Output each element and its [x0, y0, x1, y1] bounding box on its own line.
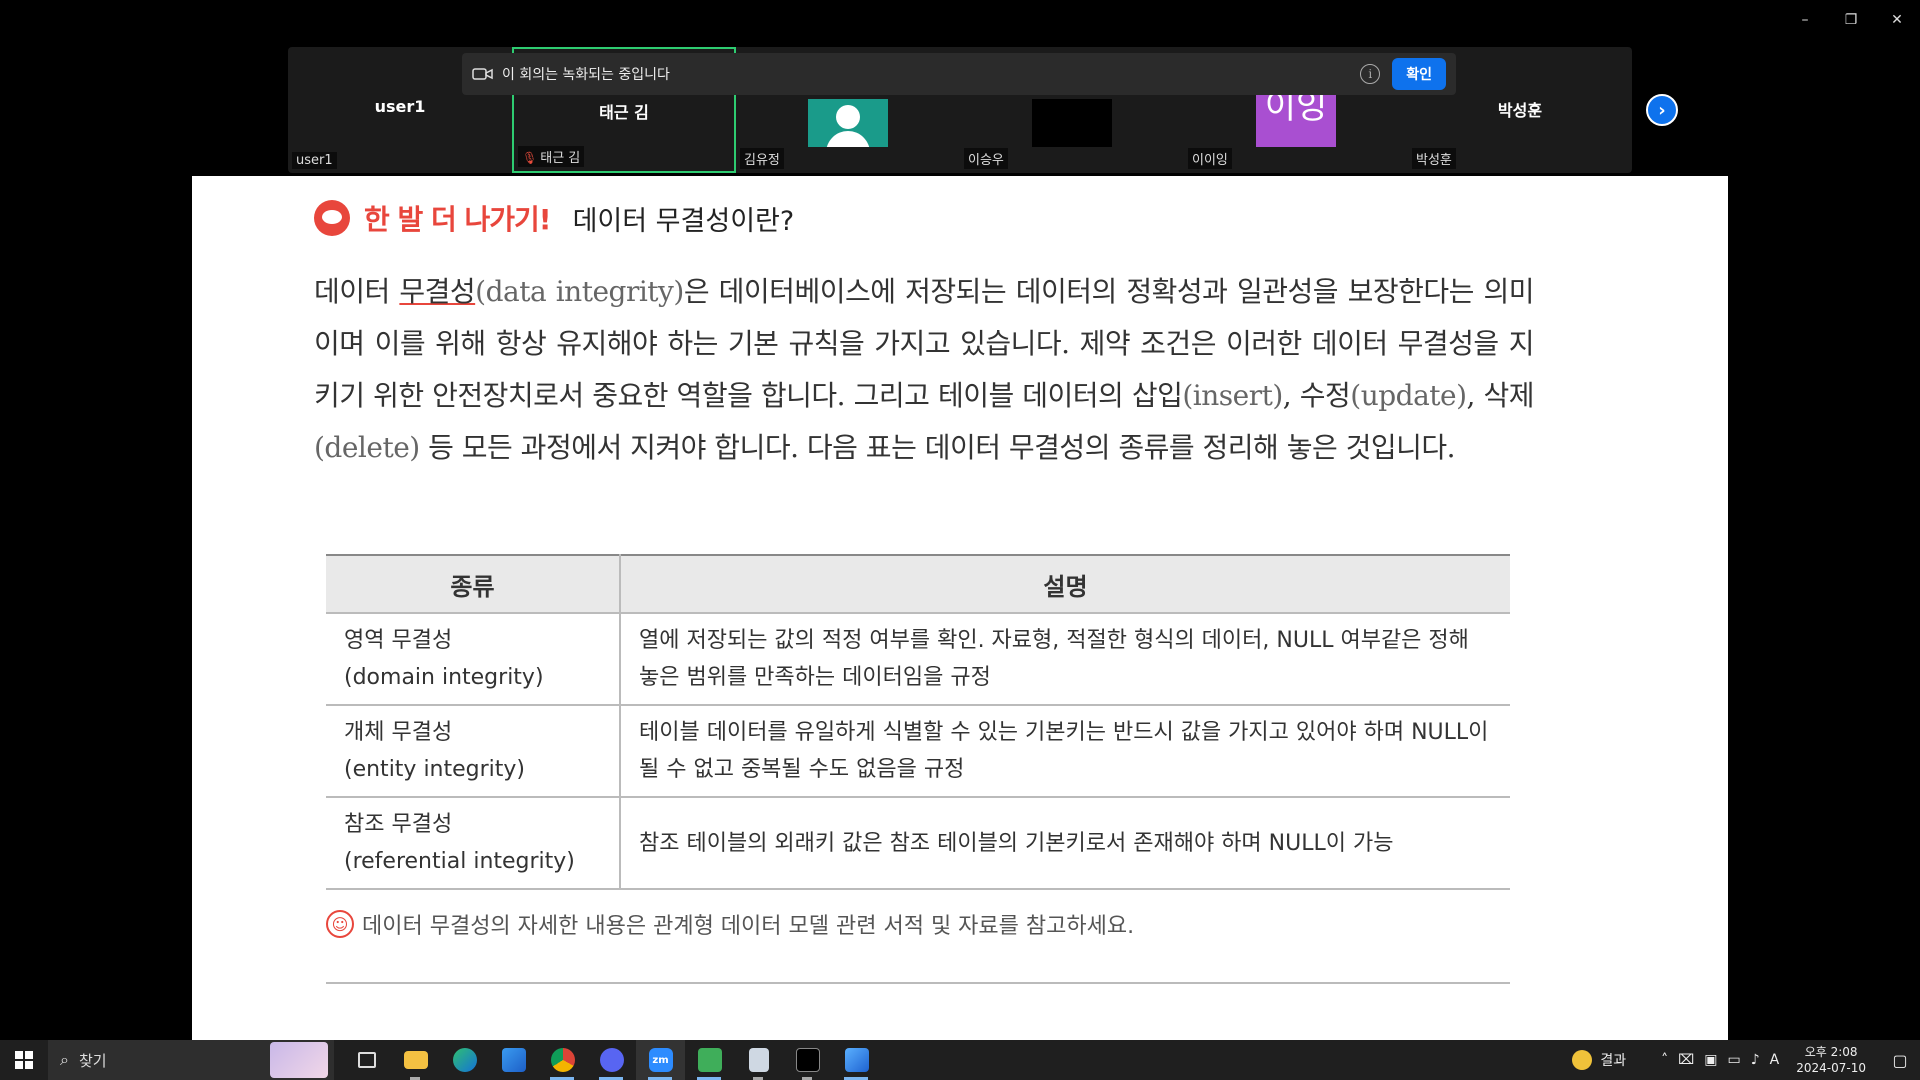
- window-controls: – ❐ ✕: [1782, 0, 1920, 40]
- participant-label: user1: [292, 152, 337, 169]
- participant-name: user1: [374, 97, 426, 116]
- clock[interactable]: 오후 2:08 2024-07-10: [1796, 1044, 1866, 1076]
- participant-label: 김유정: [740, 148, 784, 169]
- para-english-term: (delete): [314, 431, 420, 464]
- table-header-row: 종류 설명: [326, 554, 1510, 614]
- search-highlight-image: [270, 1042, 328, 1078]
- edge-icon[interactable]: [440, 1040, 489, 1080]
- system-tray: 결과 ˄ ⌧ ▣ ▭ ♪ A 오후 2:08 2024-07-10 ▢: [1572, 1040, 1920, 1080]
- search-label: 찾기: [78, 1051, 107, 1070]
- para-underlined-term: 무결성: [399, 275, 476, 308]
- heading-title: 데이터 무결성이란?: [572, 205, 795, 237]
- reference-note: ☺ 데이터 무결성의 자세한 내용은 관계형 데이터 모델 관련 서적 및 자료…: [326, 908, 1134, 940]
- kind-cell: 개체 무결성 (entity integrity): [326, 705, 621, 798]
- store-icon[interactable]: [489, 1040, 538, 1080]
- participant-label: 🎙 태근 김: [518, 146, 585, 167]
- notepad-icon[interactable]: [734, 1040, 783, 1080]
- column-header-description: 설명: [620, 554, 1510, 614]
- heading-brand: 한 발 더 나가기!: [364, 203, 552, 236]
- description-cell: 참조 테이블의 외래키 값은 참조 테이블의 기본키로서 존재해야 하며 NUL…: [620, 797, 1510, 890]
- kind-korean: 참조 무결성: [344, 812, 453, 837]
- participant-label: 이이잉: [1188, 148, 1232, 169]
- kind-cell: 영역 무결성 (domain integrity): [326, 613, 621, 706]
- confirm-button[interactable]: 확인: [1392, 58, 1446, 90]
- chevron-up-icon[interactable]: ˄: [1661, 1052, 1668, 1068]
- editor-icon[interactable]: [832, 1040, 881, 1080]
- para-text: 데이터: [314, 275, 400, 308]
- info-icon[interactable]: i: [1360, 64, 1381, 84]
- chrome-icon[interactable]: [538, 1040, 587, 1080]
- table-row: 개체 무결성 (entity integrity) 테이블 데이터를 유일하게 식…: [326, 705, 1510, 798]
- clock-date: 2024-07-10: [1796, 1061, 1866, 1075]
- participant-label-text: 태근 김: [540, 151, 581, 166]
- avatar: [1032, 99, 1112, 147]
- participant-label: 박성훈: [1412, 148, 1456, 169]
- integrity-table: 종류 설명 영역 무결성 (domain integrity) 열에 저장되는 값…: [326, 554, 1510, 890]
- smile-icon: ☺: [326, 910, 354, 938]
- recording-notice: 이 회의는 녹화되는 중입니다 i 확인: [462, 53, 1456, 95]
- network-icon[interactable]: ▭: [1728, 1052, 1741, 1068]
- next-page-button[interactable]: ›: [1646, 94, 1678, 126]
- recording-text: 이 회의는 녹화되는 중입니다: [502, 67, 670, 83]
- kind-cell: 참조 무결성 (referential integrity): [326, 797, 621, 890]
- kind-korean: 영역 무결성: [344, 628, 453, 653]
- speech-bubble-icon: [314, 200, 350, 236]
- taskbar-apps: zm: [342, 1040, 881, 1080]
- kind-english: (domain integrity): [344, 665, 544, 690]
- device-icon[interactable]: ⌧: [1678, 1052, 1694, 1068]
- recording-camera-icon: [472, 68, 493, 80]
- shared-screen-document: 한 발 더 나가기! 데이터 무결성이란? 데이터 무결성(data integ…: [192, 176, 1728, 1040]
- volume-icon[interactable]: ♪: [1751, 1052, 1760, 1068]
- media-app-icon[interactable]: [685, 1040, 734, 1080]
- note-text: 데이터 무결성의 자세한 내용은 관계형 데이터 모델 관련 서적 및 자료를 …: [362, 914, 1135, 939]
- restore-button[interactable]: ❐: [1828, 0, 1874, 40]
- column-header-kind: 종류: [326, 554, 621, 614]
- para-text: , 삭제: [1466, 379, 1535, 412]
- table-row: 영역 무결성 (domain integrity) 열에 저장되는 값의 적정 여…: [326, 613, 1510, 706]
- windows-logo-icon: [15, 1051, 33, 1069]
- notification-center-icon[interactable]: ▢: [1880, 1040, 1920, 1080]
- avatar: 이잉: [1256, 90, 1336, 147]
- avatar-person-icon: [808, 99, 888, 147]
- zoom-icon[interactable]: zm: [636, 1040, 685, 1080]
- display-icon[interactable]: ▣: [1704, 1052, 1717, 1068]
- para-english-term: (insert): [1182, 379, 1283, 412]
- participant-name: 태근 김: [599, 103, 649, 122]
- section-heading: 한 발 더 나가기! 데이터 무결성이란?: [314, 198, 794, 238]
- discord-icon[interactable]: [587, 1040, 636, 1080]
- description-cell: 테이블 데이터를 유일하게 식별할 수 있는 기본키는 반드시 값을 가지고 있…: [620, 705, 1510, 798]
- weather-label: 결과: [1600, 1053, 1627, 1069]
- minimize-button[interactable]: –: [1782, 0, 1828, 40]
- table-row: 참조 무결성 (referential integrity) 참조 테이블의 외래…: [326, 797, 1510, 890]
- participant-label: 이승우: [964, 148, 1008, 169]
- kind-english: (referential integrity): [344, 849, 575, 874]
- muted-mic-icon: 🎙: [522, 151, 538, 165]
- close-button[interactable]: ✕: [1874, 0, 1920, 40]
- divider: [326, 982, 1510, 984]
- para-text: , 수정: [1282, 379, 1351, 412]
- clock-time: 오후 2:08: [1804, 1045, 1858, 1059]
- terminal-icon[interactable]: [783, 1040, 832, 1080]
- kind-english: (entity integrity): [344, 757, 526, 782]
- weather-icon: [1572, 1050, 1593, 1070]
- taskbar: ⌕ 찾기 zm 결과 ˄ ⌧ ▣ ▭ ♪ A 오후 2:08 2024-07-1…: [0, 1040, 1920, 1080]
- body-paragraph: 데이터 무결성(data integrity)은 데이터베이스에 저장되는 데이…: [314, 266, 1535, 474]
- taskbar-search[interactable]: ⌕ 찾기: [48, 1040, 334, 1080]
- search-icon: ⌕: [60, 1050, 69, 1069]
- ime-indicator[interactable]: A: [1770, 1052, 1780, 1068]
- chevron-right-icon: ›: [1658, 99, 1666, 121]
- task-view-icon[interactable]: [342, 1040, 391, 1080]
- description-cell: 열에 저장되는 값의 적정 여부를 확인. 자료형, 적절한 형식의 데이터, …: [620, 613, 1510, 706]
- para-text: 등 모든 과정에서 지켜야 합니다. 다음 표는 데이터 무결성의 종류를 정리…: [419, 431, 1456, 464]
- participant-name: 박성훈: [1497, 101, 1543, 120]
- para-english-term: (data integrity): [475, 275, 684, 308]
- weather-widget[interactable]: 결과: [1572, 1050, 1626, 1070]
- start-button[interactable]: [0, 1040, 48, 1080]
- para-english-term: (update): [1350, 379, 1467, 412]
- kind-korean: 개체 무결성: [344, 720, 453, 745]
- file-explorer-icon[interactable]: [391, 1040, 440, 1080]
